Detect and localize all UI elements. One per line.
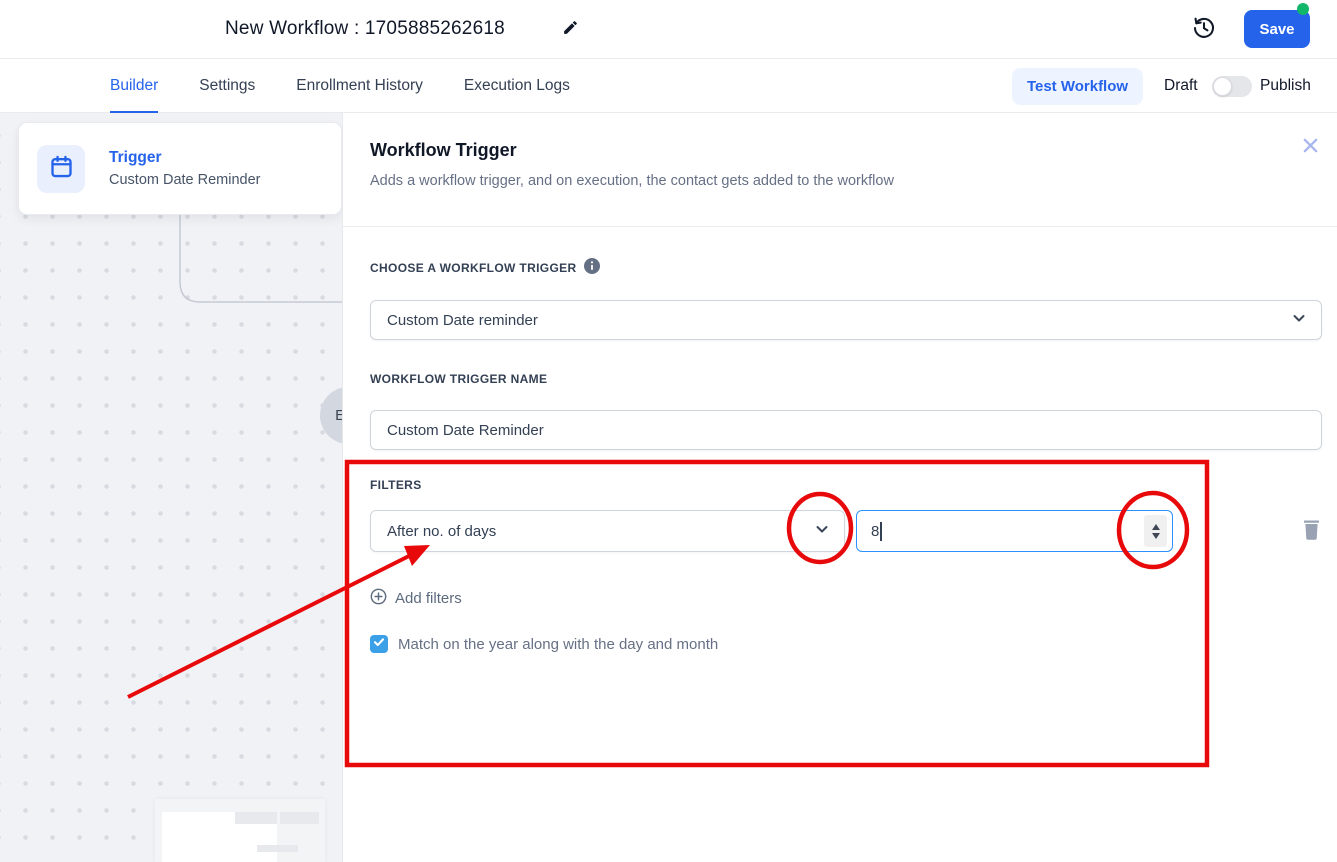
workflow-trigger-select-value: Custom Date reminder <box>387 312 538 329</box>
tabs: Builder Settings Enrollment History Exec… <box>110 59 611 113</box>
workflow-trigger-select[interactable]: Custom Date reminder <box>370 300 1322 340</box>
number-stepper[interactable] <box>1144 515 1167 547</box>
add-filters-link[interactable]: Add filters <box>370 588 462 609</box>
text-cursor <box>880 522 882 541</box>
panel-header: Workflow Trigger Adds a workflow trigger… <box>343 113 1337 227</box>
publish-label: Publish <box>1260 59 1311 113</box>
trigger-card-texts: Trigger Custom Date Reminder <box>109 149 261 188</box>
trash-icon <box>1302 519 1321 543</box>
test-workflow-button[interactable]: Test Workflow <box>1012 68 1143 105</box>
trigger-card-subtitle: Custom Date Reminder <box>109 172 261 188</box>
check-icon <box>373 635 385 653</box>
close-icon <box>1301 136 1320 158</box>
filters-label: FILTERS <box>370 477 1322 492</box>
workflow-canvas[interactable]: Trigger Custom Date Reminder End <box>0 113 343 862</box>
pencil-icon <box>562 19 579 39</box>
workflow-builder-app: New Workflow : 1705885262618 Save Builde… <box>0 0 1337 862</box>
tab-settings[interactable]: Settings <box>199 59 255 113</box>
trigger-node-card[interactable]: Trigger Custom Date Reminder <box>18 122 342 215</box>
filter-type-value: After no. of days <box>387 523 496 540</box>
trigger-card-title: Trigger <box>109 149 261 167</box>
trigger-name-input[interactable]: Custom Date Reminder <box>370 410 1322 450</box>
trigger-settings-panel: Workflow Trigger Adds a workflow trigger… <box>343 113 1337 862</box>
panel-title: Workflow Trigger <box>370 139 1313 161</box>
choose-trigger-label: CHOOSE A WORKFLOW TRIGGER <box>370 260 1322 275</box>
days-number-value: 8 <box>871 523 879 540</box>
connector-line <box>0 113 343 862</box>
preview-bar <box>257 845 298 852</box>
delete-filter-button[interactable] <box>1300 519 1322 543</box>
workflow-title: New Workflow : 1705885262618 <box>225 0 505 58</box>
circle-plus-icon <box>370 588 387 609</box>
tab-execution-logs[interactable]: Execution Logs <box>464 59 570 113</box>
draft-label: Draft <box>1164 59 1198 113</box>
panel-body: CHOOSE A WORKFLOW TRIGGER Custom Date re… <box>343 227 1337 653</box>
trigger-name-label: WORKFLOW TRIGGER NAME <box>370 371 1322 386</box>
tab-enrollment-history[interactable]: Enrollment History <box>296 59 423 113</box>
filter-row: After no. of days 8 <box>370 510 1322 552</box>
match-year-label: Match on the year along with the day and… <box>398 636 718 653</box>
stepper-down-icon[interactable] <box>1152 533 1160 539</box>
add-filters-label: Add filters <box>395 590 462 607</box>
trigger-icon-box <box>37 145 85 193</box>
close-panel-button[interactable] <box>1299 136 1321 158</box>
preview-bar <box>280 812 319 824</box>
publish-toggle[interactable] <box>1212 76 1252 97</box>
top-bar: New Workflow : 1705885262618 Save <box>0 0 1337 59</box>
save-button[interactable]: Save <box>1244 10 1310 48</box>
tab-bar: Builder Settings Enrollment History Exec… <box>0 59 1337 113</box>
info-icon[interactable] <box>584 258 600 277</box>
edit-title-button[interactable] <box>556 15 584 43</box>
calendar-icon <box>48 153 75 185</box>
tab-builder[interactable]: Builder <box>110 59 158 113</box>
match-year-checkbox[interactable] <box>370 635 388 653</box>
filter-type-select[interactable]: After no. of days <box>370 510 845 552</box>
days-number-input[interactable]: 8 <box>856 510 1173 552</box>
match-year-row: Match on the year along with the day and… <box>370 635 1322 653</box>
canvas-preview-card <box>155 799 325 862</box>
chevron-down-icon <box>1291 310 1307 330</box>
choose-trigger-label-text: CHOOSE A WORKFLOW TRIGGER <box>370 261 577 275</box>
history-clock-icon <box>1191 15 1217 44</box>
trigger-name-value: Custom Date Reminder <box>387 422 544 439</box>
publish-toggle-knob <box>1213 77 1232 96</box>
version-history-button[interactable] <box>1189 14 1219 44</box>
chevron-down-icon <box>814 521 830 541</box>
unsaved-changes-dot <box>1297 3 1309 15</box>
preview-bar <box>235 812 277 824</box>
panel-description: Adds a workflow trigger, and on executio… <box>370 171 1313 191</box>
stepper-up-icon[interactable] <box>1152 524 1160 530</box>
